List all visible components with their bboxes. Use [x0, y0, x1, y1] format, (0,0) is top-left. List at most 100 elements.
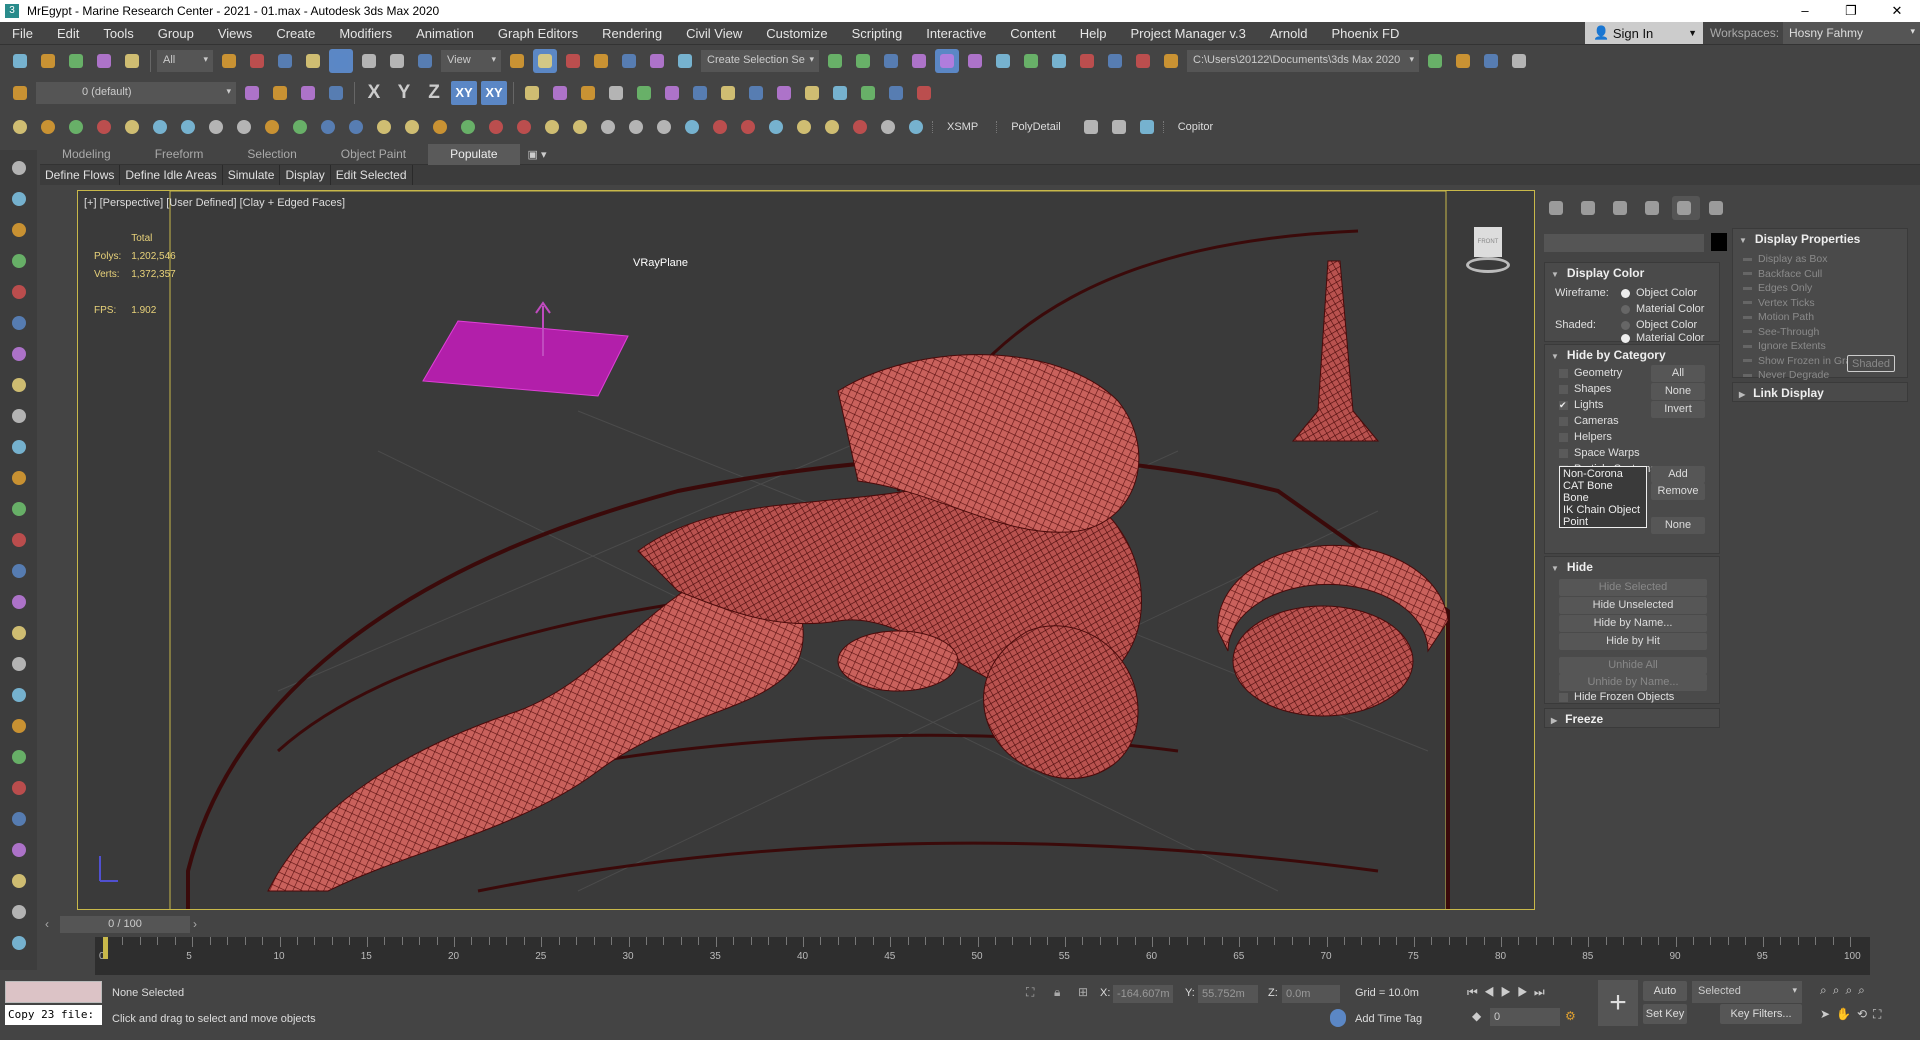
hide-frozen-checkbox[interactable]: Hide Frozen Objects — [1559, 691, 1674, 703]
axis-y-button[interactable]: Y — [391, 82, 417, 104]
time-slider[interactable]: ‹ 0 / 100 › — [40, 916, 1920, 934]
reference-coordinate-dropdown[interactable]: View — [441, 50, 501, 72]
vray-render-region-icon[interactable] — [856, 81, 880, 105]
corona-scatter-icon[interactable] — [120, 115, 144, 139]
rectangle-icon[interactable] — [7, 435, 31, 459]
milk-icon[interactable] — [652, 115, 676, 139]
wireframe-material-color-radio[interactable]: Material Color — [1621, 303, 1704, 315]
vertex-colors-shaded-button[interactable]: Shaded — [1847, 355, 1895, 372]
ribbon-subtab-simulate[interactable]: Simulate — [223, 165, 281, 185]
layer-highlight-icon[interactable] — [296, 81, 320, 105]
pause-icon[interactable] — [316, 115, 340, 139]
hide-by-category-header[interactable]: ▼ Hide by Category — [1545, 345, 1719, 365]
ribbon-tab-modeling[interactable]: Modeling — [40, 144, 133, 165]
object-color-swatch[interactable] — [1711, 233, 1727, 251]
tyflow-arrow-icon[interactable] — [204, 115, 228, 139]
motion-icon[interactable] — [1640, 196, 1668, 220]
open-project-icon[interactable] — [1451, 49, 1475, 73]
unlink-icon[interactable] — [92, 49, 116, 73]
absolute-mode-icon[interactable]: ⊞ — [1078, 985, 1088, 999]
z-coordinate-field[interactable]: 0.0m — [1282, 985, 1340, 1003]
project-folder-icon[interactable] — [1423, 49, 1447, 73]
grid-icon[interactable] — [7, 652, 31, 676]
waterfall-icon[interactable] — [848, 115, 872, 139]
y-coordinate-field[interactable]: 55.752m — [1198, 985, 1258, 1003]
ribbon-tab-populate[interactable]: Populate — [428, 143, 520, 165]
rb-icon[interactable] — [1135, 115, 1159, 139]
modify-icon[interactable] — [1576, 196, 1604, 220]
category-checkbox-shapes[interactable]: Shapes — [1559, 383, 1611, 395]
keyboard-shortcut-icon[interactable] — [533, 49, 557, 73]
freeze-rollout[interactable]: ▶ Freeze — [1544, 708, 1720, 728]
vray-light-icon[interactable] — [520, 81, 544, 105]
menu-graph-editors[interactable]: Graph Editors — [486, 26, 590, 41]
list-icon[interactable] — [7, 249, 31, 273]
category-checkbox-geometry[interactable]: Geometry — [1559, 367, 1622, 379]
key-mode-icon[interactable]: ◆ — [1472, 1009, 1481, 1023]
menu-tools[interactable]: Tools — [91, 26, 145, 41]
shaded-material-color-radio[interactable]: Material Color — [1621, 332, 1704, 344]
vray-sun-icon[interactable] — [548, 81, 572, 105]
play-icon[interactable] — [288, 115, 312, 139]
pivot-icon[interactable] — [505, 49, 529, 73]
listbox-item[interactable]: Point — [1563, 516, 1643, 528]
current-layer-dropdown[interactable]: 0 (default) — [36, 82, 236, 104]
stop-icon[interactable] — [344, 115, 368, 139]
candle-icon[interactable] — [568, 115, 592, 139]
viewport-icon[interactable] — [7, 869, 31, 893]
help-icon[interactable] — [904, 115, 928, 139]
hide-invert-button[interactable]: Invert — [1651, 401, 1705, 418]
angle-snap-icon[interactable] — [589, 49, 613, 73]
vray-vfb-icon[interactable] — [772, 81, 796, 105]
hide-all-button[interactable]: All — [1651, 365, 1705, 382]
material-editor-icon[interactable] — [1019, 49, 1043, 73]
maximize-button[interactable]: ❐ — [1828, 0, 1874, 22]
corona-water-icon[interactable] — [92, 115, 116, 139]
add-time-tag-button[interactable]: Add Time Tag — [1355, 1013, 1422, 1025]
dome-icon[interactable] — [7, 466, 31, 490]
menu-arnold[interactable]: Arnold — [1258, 26, 1320, 41]
menu-file[interactable]: File — [0, 26, 45, 41]
track-bar[interactable]: 0 5 10 15 20 25 30 35 40 45 50 55 60 65 70 75 80 85 90 95 10… — [95, 937, 1870, 975]
render-cloud-icon[interactable] — [1131, 49, 1155, 73]
menu-help[interactable]: Help — [1068, 26, 1119, 41]
display-properties-header[interactable]: ▼ Display Properties — [1733, 229, 1907, 249]
add-layer-icon[interactable] — [240, 81, 264, 105]
playback-controls[interactable]: ⏮◀▶▶⏭ — [1467, 985, 1551, 1000]
axis-z-button[interactable]: Z — [421, 82, 447, 104]
phoenix-source-icon[interactable] — [792, 115, 816, 139]
menu-project-manager-v-3[interactable]: Project Manager v.3 — [1119, 26, 1258, 41]
viewcube[interactable]: FRONT — [1452, 219, 1522, 279]
fire-2-icon[interactable] — [428, 115, 452, 139]
script-icon[interactable] — [7, 931, 31, 955]
menu-civil-view[interactable]: Civil View — [674, 26, 754, 41]
unhide-by-name-button[interactable]: Unhide by Name... — [1559, 674, 1707, 691]
select-object-icon[interactable] — [217, 49, 241, 73]
percent-snap-icon[interactable] — [617, 49, 641, 73]
undo-icon[interactable] — [8, 49, 32, 73]
globe-icon[interactable] — [7, 745, 31, 769]
category-checkbox-space-warps[interactable]: Space Warps — [1559, 447, 1640, 459]
spinner-snap-icon[interactable] — [645, 49, 669, 73]
grass-icon[interactable] — [7, 776, 31, 800]
viewport-nav-zoom-icons[interactable]: ⌕⌕⌕⌕ — [1820, 983, 1871, 998]
category-checkbox-lights[interactable]: ✔ Lights — [1559, 399, 1603, 411]
axis-x-button[interactable]: X — [361, 82, 387, 104]
unhide-all-button[interactable]: Unhide All — [1559, 657, 1707, 674]
menu-content[interactable]: Content — [998, 26, 1068, 41]
menu-animation[interactable]: Animation — [404, 26, 486, 41]
arrow-icon[interactable] — [7, 373, 31, 397]
hide-selected-button[interactable]: Hide Selected — [1559, 579, 1707, 596]
named-selection-dropdown[interactable]: Create Selection Se — [701, 50, 819, 72]
vray-sphere-icon[interactable] — [716, 81, 740, 105]
axis-xy-button[interactable]: XY — [451, 81, 477, 105]
menu-interactive[interactable]: Interactive — [914, 26, 998, 41]
display-property-ignore-extents[interactable]: Ignore Extents — [1743, 340, 1826, 352]
hide-unselected-button[interactable]: Hide Unselected — [1559, 597, 1707, 614]
camera-icon[interactable] — [7, 404, 31, 428]
window-crossing-icon[interactable] — [301, 49, 325, 73]
tyflow-burst-icon[interactable] — [260, 115, 284, 139]
coffee-icon[interactable] — [708, 115, 732, 139]
menu-views[interactable]: Views — [206, 26, 264, 41]
utilities-icon[interactable] — [1704, 196, 1732, 220]
